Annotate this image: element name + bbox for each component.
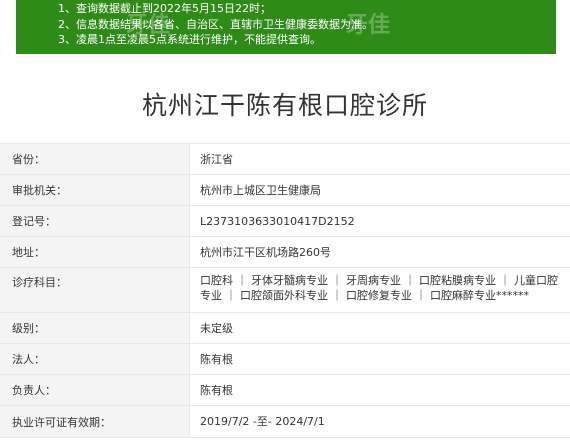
table-row: 法人： 陈有根 (0, 344, 570, 375)
row-value: 陈有根 (200, 352, 233, 366)
row-label: 负责人： (0, 375, 190, 405)
table-row: 省份： 浙江省 (0, 144, 570, 175)
watermark-logo: 牙佳 (126, 13, 171, 38)
row-label: 地址： (0, 237, 190, 267)
row-value: 口腔科 ｜ 牙体牙髓病专业 ｜ 牙周病专业 ｜ 口腔粘膜病专业 ｜ 儿童口腔专业… (200, 274, 558, 302)
row-label: 登记号： (0, 206, 190, 236)
row-label: 省份： (0, 144, 190, 174)
row-value: L2373103633010417D2152 (200, 214, 355, 228)
table-row: 登记号： L2373103633010417D2152 (0, 206, 570, 237)
row-label: 级别： (0, 313, 190, 343)
row-value: 杭州市江干区机场路260号 (200, 245, 331, 259)
table-row: 审批机关： 杭州市上城区卫生健康局 (0, 175, 570, 206)
info-table: 省份： 浙江省 审批机关： 杭州市上城区卫生健康局 登记号： L23731036… (0, 143, 570, 438)
row-label: 执业许可证有效期： (0, 406, 190, 437)
table-row: 负责人： 陈有根 (0, 375, 570, 406)
row-label: 审批机关： (0, 175, 190, 205)
watermark-logo: 牙佳 (346, 13, 391, 38)
row-label: 诊疗科目： (0, 268, 190, 312)
row-value: 浙江省 (200, 152, 233, 166)
table-row: 诊疗科目： 口腔科 ｜ 牙体牙髓病专业 ｜ 牙周病专业 ｜ 口腔粘膜病专业 ｜ … (0, 268, 570, 313)
notice-banner: 1、查询数据截止到2022年5月15日22时； 2、信息数据结果以各省、自治区、… (16, 0, 556, 54)
page-title: 杭州江干陈有根口腔诊所 (141, 91, 428, 120)
table-row: 级别： 未定级 (0, 313, 570, 344)
row-value: 未定级 (200, 321, 233, 335)
row-value: 杭州市上城区卫生健康局 (200, 183, 321, 197)
table-row: 地址： 杭州市江干区机场路260号 (0, 237, 570, 268)
row-value: 2019/7/2 -至- 2024/7/1 (200, 415, 325, 428)
row-label: 法人： (0, 344, 190, 374)
row-value: 陈有根 (200, 383, 233, 397)
table-row: 执业许可证有效期： 2019/7/2 -至- 2024/7/1 (0, 406, 570, 438)
